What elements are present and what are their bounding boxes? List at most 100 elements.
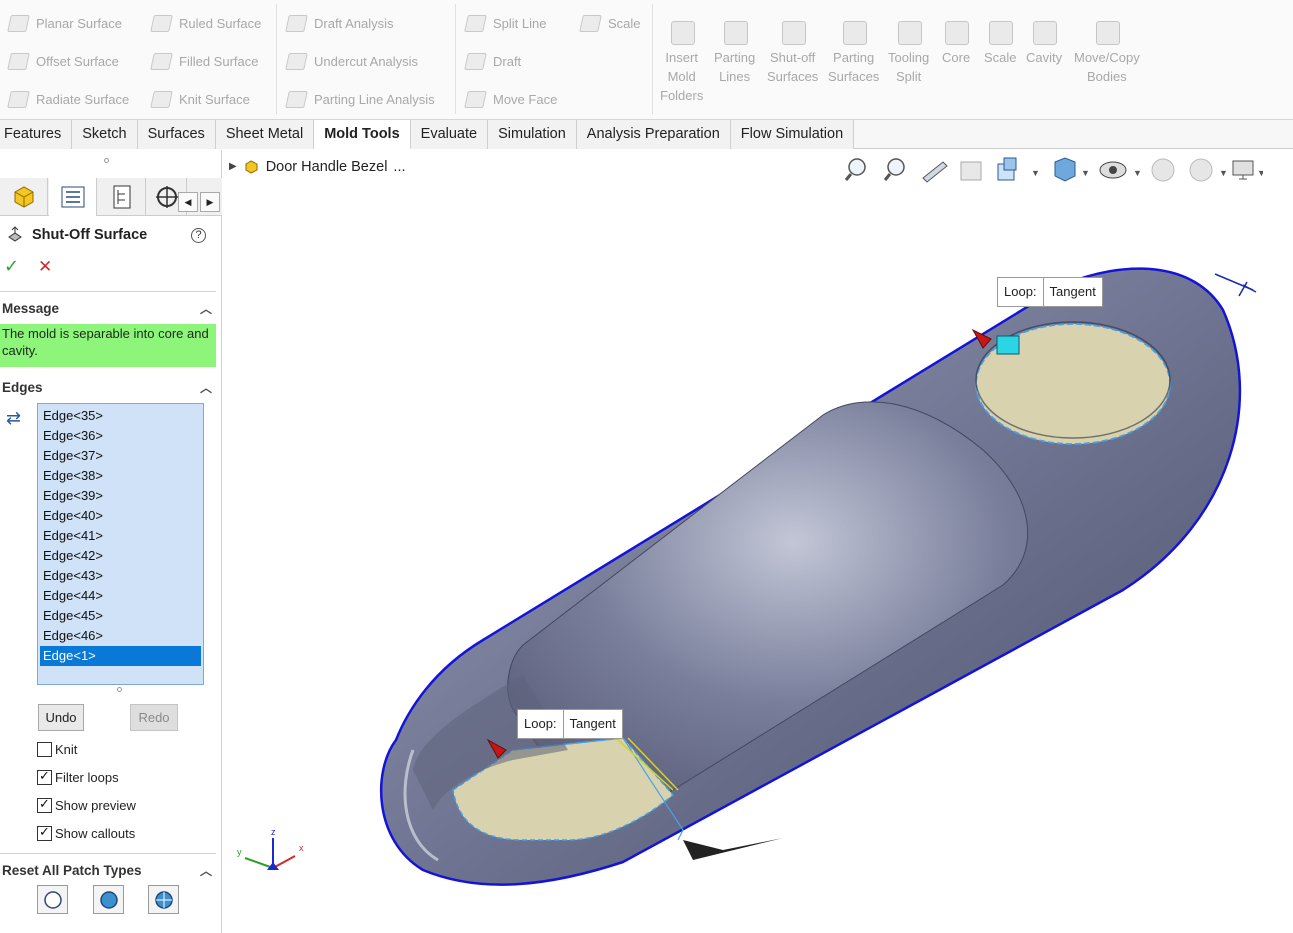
knit-checkbox[interactable] [37,742,52,757]
tab-simulation[interactable]: Simulation [488,120,577,149]
coordinate-triad [244,838,296,870]
tangent-patch-button[interactable] [93,885,124,914]
tab-surfaces[interactable]: Surfaces [137,120,216,149]
graphics-area[interactable]: ▶ Door Handle Bezel ... ▼ ▼ ▼ ▼ ▼ z x y … [223,150,1293,933]
ruled-surface-button[interactable]: Ruled Surface [149,10,261,36]
draft-analysis-icon [284,12,308,34]
list-item[interactable]: Edge<41> [40,526,201,546]
draft-analysis-button[interactable]: Draft Analysis [284,10,393,36]
tab-mold-tools[interactable]: Mold Tools [314,120,411,149]
panel-tabs: ◀ ▶ [0,178,222,216]
panel-splitter-grip[interactable] [104,158,109,163]
offset-surface-icon [6,50,30,72]
list-item[interactable]: Edge<42> [40,546,201,566]
parting-surfaces-icon [840,18,868,46]
list-item[interactable]: Edge<36> [40,426,201,446]
radiate-surface-icon [6,88,30,110]
offset-surface-button[interactable]: Offset Surface [6,48,119,74]
loop-callout-bottom[interactable]: Loop: Tangent [517,709,623,739]
tab-evaluate[interactable]: Evaluate [410,120,489,149]
list-item[interactable]: Edge<35> [40,406,201,426]
filter-loops-checkbox-row[interactable]: Filter loops [37,768,119,785]
help-icon[interactable]: ? [191,228,206,243]
draft-button[interactable]: Draft [463,48,521,74]
undo-button[interactable]: Undo [38,704,84,731]
collapse-chevron-icon: ︿ [199,381,212,395]
move-face-icon [463,88,487,110]
filter-loops-checkbox[interactable] [37,768,52,785]
list-item[interactable]: Edge<43> [40,566,201,586]
split-line-icon [463,12,487,34]
section-divider [0,291,216,292]
parting-lines-button[interactable]: Parting Lines [714,18,755,86]
show-callouts-checkbox[interactable] [37,824,52,841]
sphere-grid-icon [154,890,173,909]
filled-surface-button[interactable]: Filled Surface [149,48,258,74]
reverse-direction-icon[interactable]: ⇄ [6,408,21,429]
list-item-selected[interactable]: Edge<1> [40,646,201,666]
scale-small-button[interactable]: Scale [578,10,641,36]
part-icon [14,186,33,208]
radiate-surface-button[interactable]: Radiate Surface [6,86,129,112]
redo-button[interactable]: Redo [130,704,178,731]
ribbon-divider [652,4,653,114]
planar-surface-button[interactable]: Planar Surface [6,10,122,36]
section-divider [0,853,216,854]
tab-scroll-right-button[interactable]: ▶ [200,192,220,212]
door-handle-bezel-model[interactable] [223,150,1293,933]
reset-patch-types-header[interactable]: Reset All Patch Types ︿ [0,860,220,882]
tab-sketch[interactable]: Sketch [72,120,138,149]
triad-z-label: z [271,827,276,837]
core-icon [942,18,970,46]
list-item[interactable]: Edge<46> [40,626,201,646]
insert-mold-folders-button[interactable]: Insert Mold Folders [660,18,703,105]
no-fill-patch-button[interactable] [148,885,179,914]
edge-selection-list[interactable]: Edge<35> Edge<36> Edge<37> Edge<38> Edge… [37,403,204,685]
configuration-manager-tab[interactable] [98,178,146,216]
shut-off-surface-icon [8,226,22,242]
scale-icon [578,12,602,34]
parting-line-analysis-button[interactable]: Parting Line Analysis [284,86,435,112]
edges-section-header[interactable]: Edges ︿ [0,377,220,399]
tab-scroll-left-button[interactable]: ◀ [178,192,198,212]
feature-manager-tab[interactable] [0,178,48,216]
property-manager-panel: ◀ ▶ Shut-Off Surface ? ✓ ✕ Message ︿ The … [0,150,222,933]
contact-patch-button[interactable] [37,885,68,914]
show-callouts-checkbox-row[interactable]: Show callouts [37,824,135,841]
split-line-button[interactable]: Split Line [463,10,546,36]
undercut-analysis-button[interactable]: Undercut Analysis [284,48,418,74]
core-button[interactable]: Core [942,18,970,67]
knit-surface-button[interactable]: Knit Surface [149,86,250,112]
tab-flow-simulation[interactable]: Flow Simulation [730,120,855,149]
undercut-analysis-icon [284,50,308,72]
shut-off-surfaces-button[interactable]: Shut-off Surfaces [767,18,818,86]
tab-analysis-preparation[interactable]: Analysis Preparation [576,120,731,149]
loop-callout-top[interactable]: Loop: Tangent [997,277,1103,307]
property-manager-tab[interactable] [49,178,97,216]
list-item[interactable]: Edge<39> [40,486,201,506]
ok-checkmark-icon[interactable]: ✓ [4,256,19,277]
parting-surfaces-button[interactable]: Parting Surfaces [828,18,879,86]
list-resize-grip[interactable] [117,687,122,692]
message-section-header[interactable]: Message ︿ [0,298,220,320]
show-preview-checkbox-row[interactable]: Show preview [37,796,136,813]
ribbon-divider [455,4,456,114]
list-item[interactable]: Edge<38> [40,466,201,486]
parting-lines-icon [721,18,749,46]
insert-mold-folders-icon [668,18,696,46]
cavity-button[interactable]: Cavity [1026,18,1062,67]
parting-line-analysis-icon [284,88,308,110]
knit-checkbox-row[interactable]: Knit [37,742,77,757]
tab-sheet-metal[interactable]: Sheet Metal [215,120,315,149]
list-item[interactable]: Edge<40> [40,506,201,526]
show-preview-checkbox[interactable] [37,796,52,813]
move-face-button[interactable]: Move Face [463,86,557,112]
list-item[interactable]: Edge<44> [40,586,201,606]
list-item[interactable]: Edge<45> [40,606,201,626]
list-item[interactable]: Edge<37> [40,446,201,466]
tab-features[interactable]: Features [0,120,73,149]
scale-button[interactable]: Scale [984,18,1017,67]
cancel-x-icon[interactable]: ✕ [38,257,52,277]
move-copy-bodies-button[interactable]: Move/Copy Bodies [1074,18,1140,86]
tooling-split-button[interactable]: Tooling Split [888,18,929,86]
